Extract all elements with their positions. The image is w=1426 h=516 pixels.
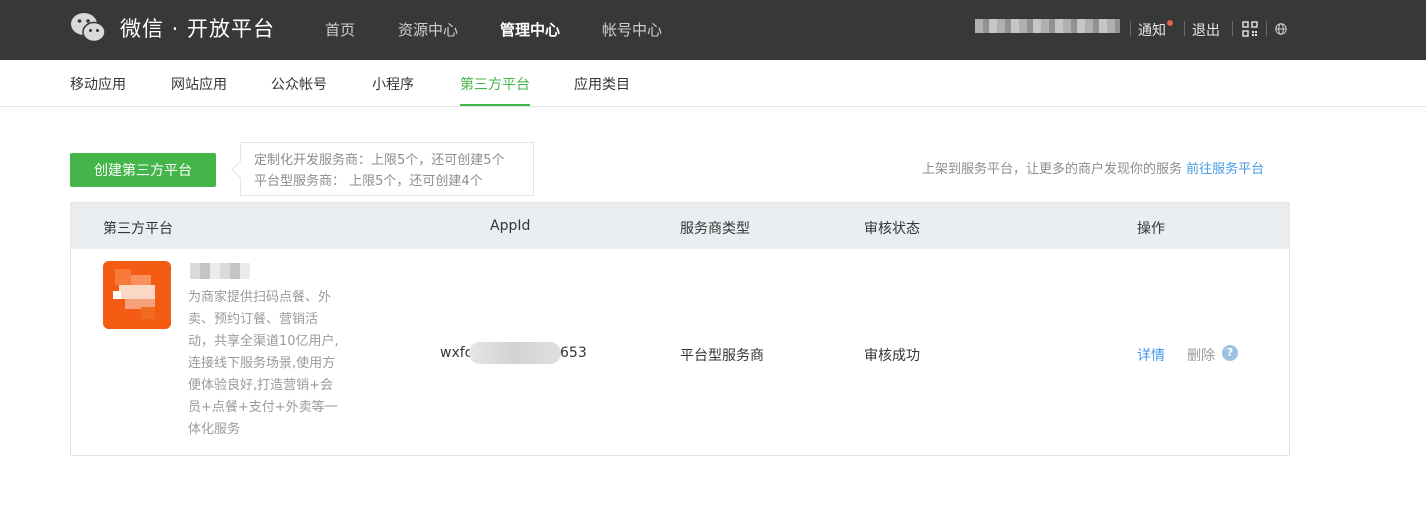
divider [1266, 21, 1267, 36]
tab-official-accounts[interactable]: 公众帐号 [271, 74, 327, 94]
qr-code-icon[interactable] [1242, 21, 1258, 37]
tab-app-categories[interactable]: 应用类目 [574, 74, 630, 94]
tab-mobile-apps[interactable]: 移动应用 [70, 74, 126, 94]
promo-text: 上架到服务平台，让更多的商户发现你的服务 前往服务平台 [922, 158, 1264, 177]
table-header: 第三方平台 AppId 服务商类型 审核状态 操作 [71, 203, 1289, 249]
review-status: 审核成功 [864, 348, 920, 364]
tab-third-party-platform[interactable]: 第三方平台 [460, 74, 530, 94]
sub-nav: 移动应用 网站应用 公众帐号 小程序 第三方平台 应用类目 [0, 60, 1426, 107]
tab-mini-programs[interactable]: 小程序 [372, 74, 414, 94]
detail-link[interactable]: 详情 [1137, 345, 1165, 365]
divider [1130, 21, 1131, 36]
column-header-status: 审核状态 [864, 221, 920, 237]
appid-prefix: wxfc [440, 345, 473, 361]
notice-link[interactable]: 通知 [1138, 20, 1166, 40]
notice-badge [1167, 20, 1173, 26]
help-icon[interactable]: ? [1222, 345, 1238, 361]
nav-account[interactable]: 帐号中心 [602, 19, 662, 40]
provider-type: 平台型服务商 [680, 348, 764, 364]
create-third-party-platform-button[interactable]: 创建第三方平台 [70, 153, 216, 187]
logo[interactable]: 微信 · 开放平台 [70, 11, 275, 45]
appid-suffix: 653 [560, 345, 587, 361]
nav-home[interactable]: 首页 [325, 19, 355, 40]
third-party-platform-table: 第三方平台 AppId 服务商类型 审核状态 操作 为商家提供扫码点餐、外卖、预… [70, 202, 1290, 456]
delete-link[interactable]: 删除 [1187, 345, 1215, 365]
quota-custom-dev: 定制化开发服务商：上限5个，还可创建5个 [254, 153, 505, 168]
column-header-actions: 操作 [1137, 221, 1165, 237]
column-header-platform: 第三方平台 [103, 221, 173, 237]
app-description: 为商家提供扫码点餐、外卖、预约订餐、营销活动，共享全渠道10亿用户,连接线下服务… [188, 290, 339, 437]
nav-resources[interactable]: 资源中心 [398, 19, 458, 40]
account-name-redacted[interactable] [975, 19, 1120, 33]
logout-link[interactable]: 退出 [1192, 20, 1220, 40]
tab-web-apps[interactable]: 网站应用 [171, 74, 227, 94]
column-header-appid: AppId [490, 218, 531, 234]
divider [1232, 21, 1233, 36]
column-header-type: 服务商类型 [680, 221, 750, 237]
quota-tooltip: 定制化开发服务商：上限5个，还可创建5个 平台型服务商： 上限5个，还可创建4个 [240, 142, 534, 196]
appid-redacted [469, 342, 561, 364]
quota-platform-type: 平台型服务商： 上限5个，还可创建4个 [254, 174, 483, 189]
wechat-logo-icon [71, 13, 106, 43]
divider [1184, 21, 1185, 36]
globe-icon[interactable] [1275, 23, 1287, 35]
app-name-redacted [190, 263, 250, 279]
active-tab-indicator [460, 104, 530, 106]
brand-title: 微信 · 开放平台 [120, 17, 276, 41]
go-service-platform-link[interactable]: 前往服务平台 [1186, 162, 1264, 177]
app-icon [103, 261, 171, 329]
app-logo-redacted-icon [103, 261, 171, 329]
nav-management[interactable]: 管理中心 [500, 19, 560, 40]
promo-message: 上架到服务平台，让更多的商户发现你的服务 [922, 162, 1183, 177]
top-bar: 微信 · 开放平台 首页 资源中心 管理中心 帐号中心 通知 退出 [0, 0, 1426, 60]
